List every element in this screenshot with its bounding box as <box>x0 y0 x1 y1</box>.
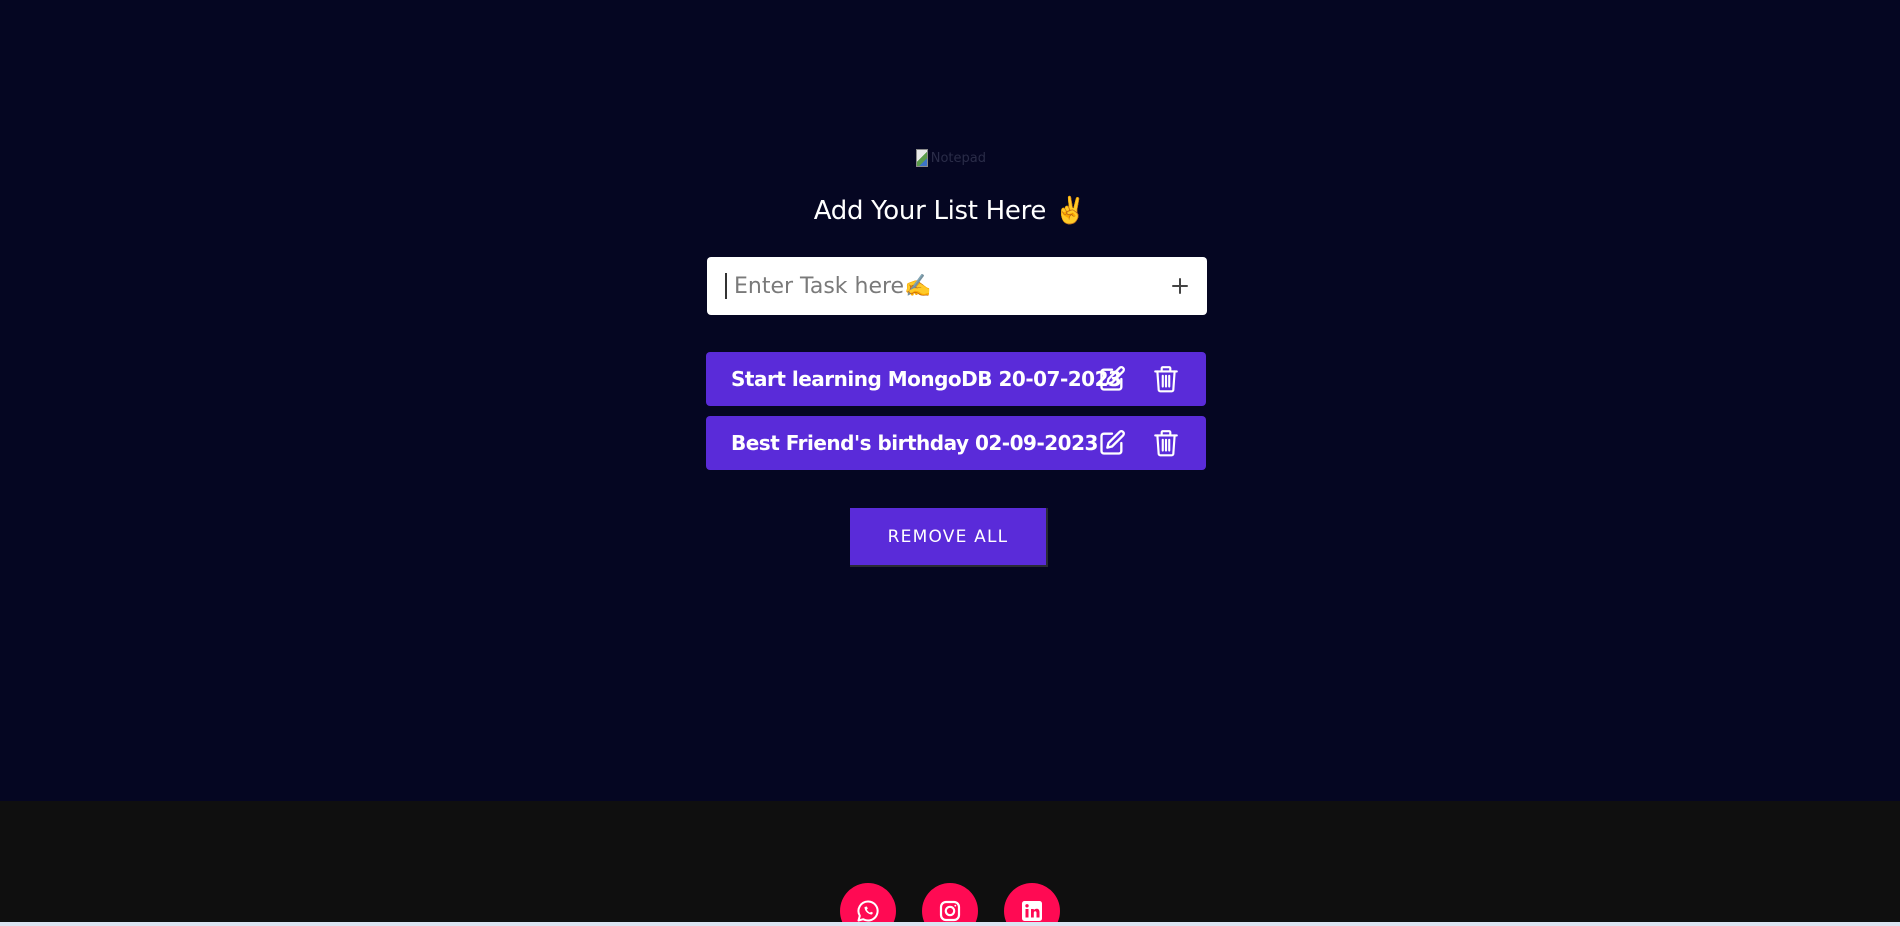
plus-icon <box>1172 278 1188 294</box>
delete-task-button[interactable] <box>1152 364 1180 394</box>
whatsapp-icon <box>857 900 879 922</box>
remove-all-button[interactable]: REMOVE ALL <box>850 508 1048 567</box>
task-actions <box>1098 364 1180 394</box>
instagram-icon <box>939 900 961 922</box>
delete-task-button[interactable] <box>1152 428 1180 458</box>
page-title: Add Your List Here ✌️ <box>0 196 1900 226</box>
edit-task-button[interactable] <box>1098 364 1126 394</box>
task-list: Start learning MongoDB 20-07-2023 Best F… <box>706 352 1206 480</box>
task-item: Best Friend's birthday 02-09-2023 <box>706 416 1206 470</box>
task-actions <box>1098 428 1180 458</box>
instagram-link[interactable] <box>922 883 978 926</box>
task-item: Start learning MongoDB 20-07-2023 <box>706 352 1206 406</box>
edit-icon <box>1100 366 1125 391</box>
victory-hand-icon: ✌️ <box>1054 196 1087 226</box>
edit-icon <box>1100 430 1125 455</box>
broken-image-icon <box>916 149 928 167</box>
add-task-button[interactable] <box>1165 271 1195 301</box>
linkedin-link[interactable] <box>1004 883 1060 926</box>
page: Notepad Add Your List Here✌️ Start learn… <box>0 0 1900 926</box>
footer <box>0 801 1900 926</box>
task-input[interactable] <box>725 273 1155 299</box>
linkedin-icon <box>1022 901 1042 921</box>
social-links <box>840 883 1060 926</box>
task-input-container <box>707 257 1207 315</box>
page-title-text: Add Your List Here <box>813 196 1047 226</box>
trash-icon <box>1154 430 1178 457</box>
task-label: Best Friend's birthday 02-09-2023 <box>731 431 1098 455</box>
viewport-bottom-edge <box>0 922 1900 926</box>
task-label: Start learning MongoDB 20-07-2023 <box>731 367 1122 391</box>
main-area: Notepad Add Your List Here✌️ Start learn… <box>0 0 1900 801</box>
logo-alt-text: Notepad <box>930 150 986 166</box>
whatsapp-link[interactable] <box>840 883 896 926</box>
edit-task-button[interactable] <box>1098 428 1126 458</box>
trash-icon <box>1154 366 1178 393</box>
logo: Notepad <box>916 148 986 168</box>
